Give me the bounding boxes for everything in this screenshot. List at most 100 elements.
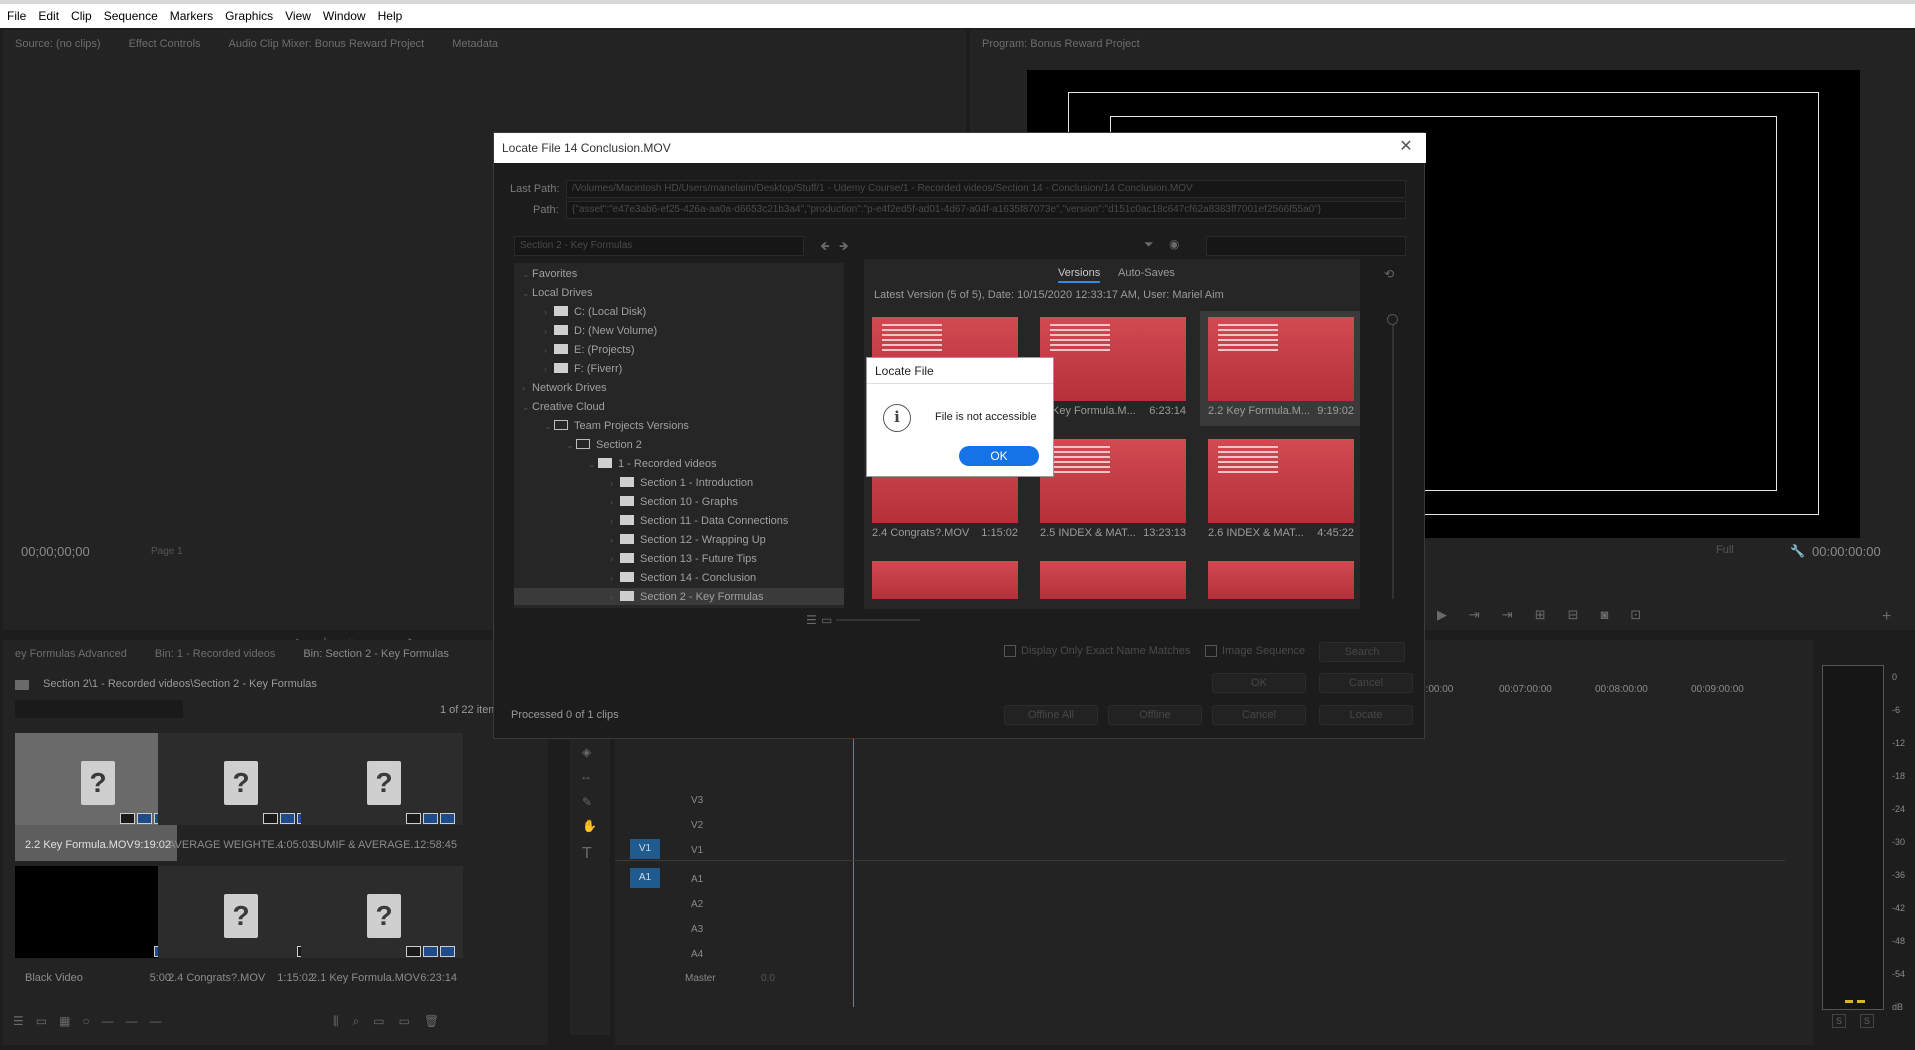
tree-item-section-1[interactable]: › Section 1 - Introduction	[610, 477, 753, 489]
tree-item-section-14[interactable]: › Section 14 - Conclusion	[610, 572, 756, 584]
project-panel: ey Formulas Advanced Bin: 1 - Recorded v…	[3, 640, 548, 1045]
tab-project[interactable]: ey Formulas Advanced	[15, 648, 127, 660]
tree-item-team-projects[interactable]: ⌄ Team Projects Versions	[544, 420, 689, 432]
offline-button[interactable]: Offline	[1108, 705, 1202, 725]
playhead[interactable]	[853, 730, 854, 1007]
type-icon[interactable]: T	[582, 845, 592, 863]
menu-file[interactable]: File	[7, 9, 26, 23]
hand-icon[interactable]: ✋	[582, 819, 597, 833]
search-button[interactable]: Search	[1319, 642, 1405, 662]
dialog-search-input[interactable]	[1206, 236, 1406, 256]
page-select[interactable]: Page 1	[151, 546, 183, 557]
menu-sequence[interactable]: Sequence	[104, 9, 158, 23]
locate-button[interactable]: Locate	[1319, 705, 1413, 725]
version-item[interactable]	[1032, 555, 1192, 609]
tree-item-favorites[interactable]: ⌄ Favorites	[522, 268, 577, 280]
tree-item-section-10[interactable]: › Section 10 - Graphs	[610, 496, 738, 508]
project-item[interactable]: ? 2.2 Key Formula.MOV 9:19:02	[15, 733, 177, 861]
zoom-slider[interactable]	[1392, 319, 1394, 599]
menu-window[interactable]: Window	[323, 9, 366, 23]
pen-icon[interactable]: ✎	[582, 795, 592, 809]
project-search-input[interactable]	[15, 700, 183, 718]
project-item[interactable]: Black Video 5:00	[15, 866, 177, 994]
icon-view-icon[interactable]: ▭	[821, 613, 832, 627]
tree-item-c-drive[interactable]: › C: (Local Disk)	[544, 306, 646, 318]
menu-help[interactable]: Help	[378, 9, 403, 23]
version-item[interactable]	[864, 555, 1024, 609]
add-button-icon[interactable]: +	[1882, 608, 1891, 626]
source-patch-v1[interactable]: V1	[630, 839, 660, 859]
source-patch-a1[interactable]: A1	[630, 868, 660, 888]
tab-bin-recorded[interactable]: Bin: 1 - Recorded videos	[155, 648, 275, 660]
tab-effect-controls[interactable]: Effect Controls	[129, 38, 201, 50]
view-icon[interactable]: ◉	[1169, 237, 1179, 251]
thumb-size-slider[interactable]	[836, 619, 920, 621]
tree-item-f-drive[interactable]: › F: (Fiverr)	[544, 363, 622, 375]
drive-icon	[554, 344, 568, 354]
program-timecode[interactable]: 00:00:00:00	[1812, 544, 1881, 559]
meter-solo-button[interactable]: S	[1860, 1014, 1874, 1028]
menu-view[interactable]: View	[285, 9, 311, 23]
program-fit-select[interactable]: Full	[1716, 544, 1734, 556]
meter-solo-button[interactable]: S	[1832, 1014, 1846, 1028]
tree-item-d-drive[interactable]: › D: (New Volume)	[544, 325, 657, 337]
project-item[interactable]: ? 2.4 Congrats?.MOV 1:15:02	[158, 866, 320, 994]
tab-program[interactable]: Program: Bonus Reward Project	[982, 38, 1140, 50]
menu-edit[interactable]: Edit	[38, 9, 59, 23]
tab-auto-saves[interactable]: Auto-Saves	[1118, 267, 1175, 279]
tree-item-section-2-key-formulas[interactable]: › Section 2 - Key Formulas	[514, 588, 844, 605]
list-view-icon[interactable]: ☰	[806, 613, 817, 627]
menu-clip[interactable]: Clip	[71, 9, 92, 23]
ruler-tick-label: 00:09:00:00	[1691, 684, 1744, 695]
tab-bin-key-formulas[interactable]: Bin: Section 2 - Key Formulas	[303, 648, 449, 660]
source-timecode[interactable]: 00;00;00;00	[21, 544, 90, 559]
alert-ok-button[interactable]: OK	[959, 446, 1039, 466]
version-item[interactable]	[1200, 555, 1360, 609]
tree-item-network-drives[interactable]: › Network Drives	[522, 382, 607, 394]
project-footer-toolbar: ☰▭▦○———	[13, 1014, 174, 1028]
history-icon[interactable]: ⟲	[1384, 267, 1394, 281]
zoom-slider-handle[interactable]	[1387, 314, 1398, 325]
tab-metadata[interactable]: Metadata	[452, 38, 498, 50]
project-item[interactable]: ? 2.1 Key Formula.MOV 6:23:14	[301, 866, 463, 994]
project-footer-actions: ⫼⌕▭▭🗑	[333, 1014, 454, 1028]
tree-item-local-drives[interactable]: ⌄ Local Drives	[522, 287, 593, 299]
tab-versions[interactable]: Versions	[1058, 267, 1101, 283]
forward-arrow-icon[interactable]: 🡺	[839, 237, 849, 258]
slip-icon[interactable]: ↔	[580, 769, 592, 783]
version-item[interactable]: 2.5 INDEX & MAT... 13:23:13	[1032, 433, 1192, 548]
tree-item-section-2[interactable]: ⌄ Section 2	[566, 439, 642, 451]
location-select[interactable]: Section 2 - Key Formulas	[514, 236, 804, 256]
project-item[interactable]: ? AVERAGE WEIGHTE... 4:05:03	[158, 733, 320, 861]
project-item[interactable]: ? SUMIF & AVERAGE... 12:58:45	[301, 733, 463, 861]
tree-item-section-11[interactable]: › Section 11 - Data Connections	[610, 515, 788, 527]
version-item[interactable]: Key Formula.M... 6:23:14	[1032, 311, 1192, 426]
tree-item-section-12[interactable]: › Section 12 - Wrapping Up	[610, 534, 766, 546]
cancel-secondary-button[interactable]: Cancel	[1212, 705, 1306, 725]
razor-icon[interactable]: ◈	[582, 745, 591, 759]
close-icon[interactable]: ✕	[1396, 137, 1416, 157]
tree-item-section-13[interactable]: › Section 13 - Future Tips	[610, 553, 757, 565]
filter-icon[interactable]: ⏷	[1144, 237, 1154, 252]
tab-source[interactable]: Source: (no clips)	[15, 38, 101, 50]
ok-button[interactable]: OK	[1212, 673, 1306, 693]
menu-markers[interactable]: Markers	[170, 9, 213, 23]
locate-file-alert: Locate File i File is not accessible OK	[866, 357, 1054, 477]
offline-all-button[interactable]: Offline All	[1004, 705, 1098, 725]
image-sequence-checkbox[interactable]	[1205, 645, 1217, 657]
folder-icon	[598, 458, 612, 468]
tree-item-creative-cloud[interactable]: ⌄ Creative Cloud	[522, 401, 605, 413]
back-arrow-icon[interactable]: 🡸	[820, 237, 830, 258]
audio-meter	[1822, 665, 1884, 1010]
wrench-icon[interactable]: 🔧	[1790, 544, 1805, 558]
cancel-button[interactable]: Cancel	[1319, 673, 1413, 693]
version-item[interactable]: 2.6 INDEX & MAT... 4:45:22	[1200, 433, 1360, 548]
menu-graphics[interactable]: Graphics	[225, 9, 273, 23]
folder-icon	[620, 496, 634, 506]
tree-item-recorded-videos[interactable]: ⌄ 1 - Recorded videos	[588, 458, 716, 470]
version-item-selected[interactable]: 2.2 Key Formula.M... 9:19:02	[1200, 311, 1360, 426]
tree-item-e-drive[interactable]: › E: (Projects)	[544, 344, 635, 356]
master-volume[interactable]: 0.0	[761, 973, 775, 984]
tab-audio-clip-mixer[interactable]: Audio Clip Mixer: Bonus Reward Project	[229, 38, 425, 50]
exact-match-checkbox[interactable]	[1004, 645, 1016, 657]
